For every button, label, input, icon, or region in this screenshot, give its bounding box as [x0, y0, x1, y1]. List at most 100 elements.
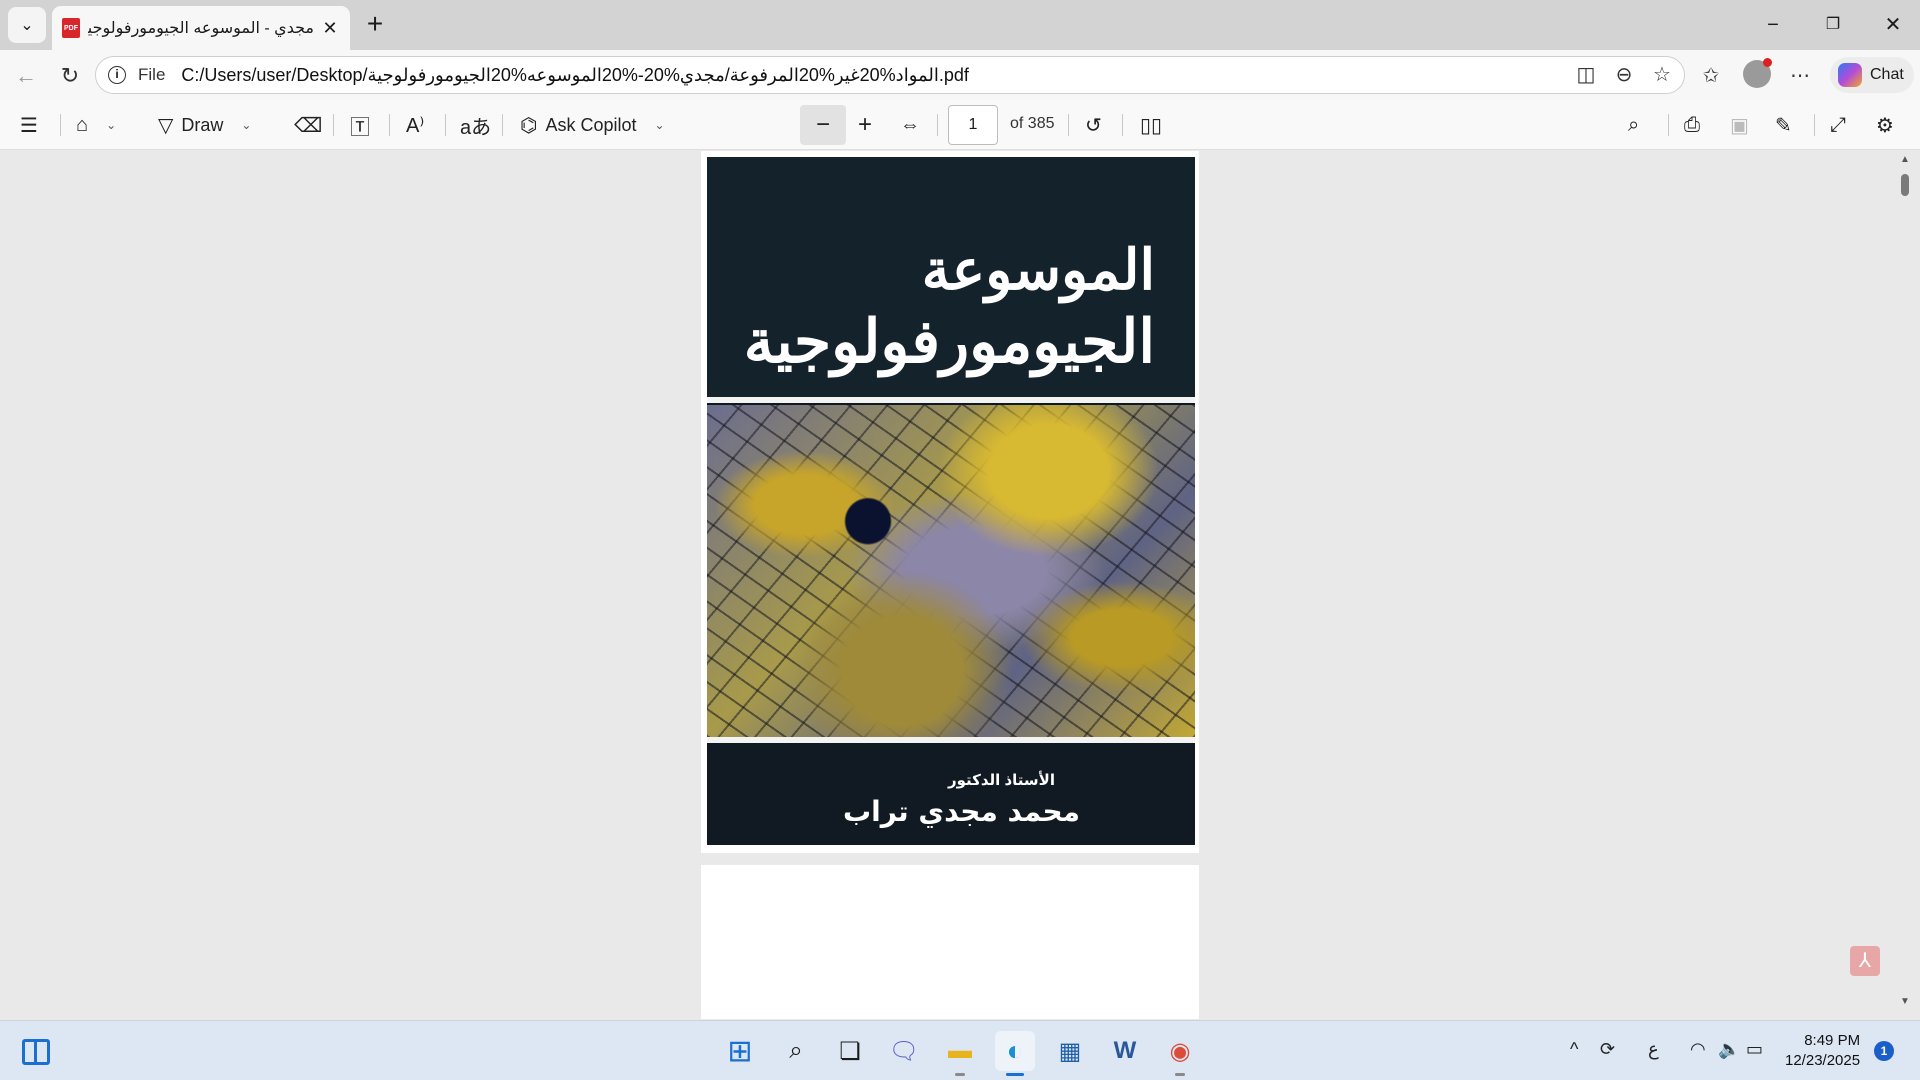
clock-date: 12/23/2025: [1785, 1052, 1861, 1069]
print-button[interactable]: ⎙: [1684, 110, 1700, 140]
chevron-down-icon: ⌄: [20, 17, 34, 34]
chevron-down-icon[interactable]: ⌄: [106, 118, 116, 132]
tab-close-icon[interactable]: ✕: [320, 18, 340, 39]
contents-button[interactable]: ☰: [20, 110, 38, 140]
page-total: of 385: [1010, 115, 1055, 132]
system-clock[interactable]: 8:49 PM 12/23/2025: [1785, 1031, 1860, 1071]
copilot-chat-button[interactable]: Chat: [1830, 57, 1914, 93]
erase-button[interactable]: ⌫: [294, 110, 322, 140]
fit-width-icon: ⇔: [900, 113, 920, 136]
scroll-up-arrow[interactable]: ▲: [1900, 154, 1910, 165]
cover-divider: [707, 397, 1195, 403]
divider: [1668, 114, 1669, 136]
translate-button[interactable]: aあ: [460, 110, 491, 140]
zoom-in-button[interactable]: +: [858, 110, 872, 140]
chrome-button[interactable]: ◉: [1160, 1031, 1200, 1071]
active-indicator: [1006, 1073, 1024, 1076]
page-view-button[interactable]: ▯▯: [1140, 110, 1162, 140]
folder-icon: ▬: [948, 1037, 972, 1064]
pdf-page-1: الموسوعة الجيومورفولوجية الأستاذ الدكتور…: [701, 151, 1199, 853]
notification-badge[interactable]: 1: [1874, 1041, 1894, 1061]
find-button[interactable]: ⌕: [1628, 110, 1639, 140]
start-button[interactable]: ⊞: [720, 1031, 760, 1071]
running-indicator: [955, 1073, 965, 1076]
refresh-button[interactable]: ↻: [54, 60, 86, 92]
ask-copilot-button[interactable]: ⌬ Ask Copilot ⌄: [520, 110, 665, 140]
book-cover: الموسوعة الجيومورفولوجية الأستاذ الدكتور…: [707, 157, 1195, 845]
widgets-icon[interactable]: [22, 1039, 50, 1065]
list-icon: ☰: [20, 114, 38, 137]
fit-to-width-button[interactable]: ⇔: [900, 110, 920, 140]
task-view-icon: ❏: [839, 1037, 861, 1065]
sync-icon: ⟳: [1600, 1039, 1616, 1059]
copilot-outline-icon: ⌬: [520, 114, 538, 137]
minimize-button[interactable]: −: [1748, 8, 1798, 42]
volume-button[interactable]: 🔈: [1718, 1039, 1740, 1060]
battery-button[interactable]: ▭: [1746, 1039, 1763, 1060]
text-box-icon: 🅃: [350, 116, 370, 139]
favorites-icon[interactable]: ✩: [1697, 62, 1725, 90]
teams-chat-button[interactable]: 🗨: [884, 1031, 924, 1071]
cover-author-name: محمد مجدي تراب: [843, 795, 1080, 828]
scrollbar-thumb[interactable]: [1901, 174, 1909, 196]
pdf-viewport[interactable]: الموسوعة الجيومورفولوجية الأستاذ الدكتور…: [0, 151, 1920, 1019]
address-bar-actions: ◫ ⊖ ☆: [1574, 63, 1674, 87]
sync-status-button[interactable]: ⟳: [1600, 1039, 1615, 1060]
page-number-input[interactable]: 1: [948, 105, 998, 145]
navigation-bar: ← ↻ i File C:/Users/user/Desktop/المواد%…: [0, 50, 1920, 100]
file-scheme-label: File: [138, 65, 166, 84]
close-window-button[interactable]: ✕: [1868, 8, 1918, 42]
zoom-out-button[interactable]: −: [800, 105, 846, 145]
divider: [937, 114, 938, 136]
store-bag-icon: ▦: [1058, 1037, 1082, 1065]
save-as-button[interactable]: ✎: [1775, 110, 1792, 140]
file-explorer-button[interactable]: ▬: [940, 1031, 980, 1071]
taskbar-search-button[interactable]: ⌕: [776, 1031, 816, 1071]
store-button[interactable]: ▦: [1050, 1031, 1090, 1071]
chevron-down-icon[interactable]: ⌄: [655, 118, 665, 132]
read-aloud-button[interactable]: A⁾: [406, 110, 424, 140]
acrobat-icon[interactable]: ⅄: [1850, 946, 1880, 976]
wifi-icon: ◠: [1690, 1039, 1706, 1059]
zoom-out-icon[interactable]: ⊖: [1612, 63, 1636, 87]
tab-actions-button[interactable]: ⌄: [8, 7, 46, 43]
read-aloud-icon[interactable]: ◫: [1574, 63, 1598, 87]
address-bar[interactable]: i File C:/Users/user/Desktop/المواد%20غي…: [95, 56, 1685, 94]
tab-strip: ⌄ PDF مجدي - الموسوعه الجيومورفولوجية.pd…: [0, 0, 1920, 50]
more-options-icon[interactable]: ⋯: [1786, 62, 1814, 90]
highlighter-icon: ⌂: [76, 113, 89, 136]
save-button[interactable]: ▣: [1730, 110, 1749, 140]
favorite-star-icon[interactable]: ☆: [1650, 63, 1674, 87]
address-url[interactable]: C:/Users/user/Desktop/المواد%20غير%20الم…: [181, 65, 969, 86]
rotate-button[interactable]: ↺: [1085, 110, 1102, 140]
clock-time: 8:49 PM: [1804, 1032, 1861, 1049]
chrome-logo-icon: ◉: [1169, 1037, 1191, 1065]
new-tab-button[interactable]: +: [360, 10, 390, 40]
search-icon: ⌕: [789, 1037, 803, 1064]
highlight-button[interactable]: ⌂ ⌄: [76, 110, 116, 140]
cover-title-line-1: الموسوعة: [921, 237, 1155, 303]
info-icon[interactable]: i: [108, 66, 126, 84]
scroll-down-arrow[interactable]: ▼: [1900, 996, 1910, 1007]
show-hidden-icons-button[interactable]: ^: [1570, 1039, 1578, 1060]
draw-button[interactable]: ▽ Draw ⌄: [158, 110, 251, 140]
fullscreen-button[interactable]: ⤢: [1830, 110, 1846, 140]
back-button[interactable]: ←: [10, 60, 42, 92]
chat-bubble-icon: 🗨: [888, 1037, 920, 1065]
add-text-button[interactable]: 🅃: [350, 110, 370, 140]
chevron-up-icon: ^: [1570, 1039, 1579, 1059]
settings-button[interactable]: ⚙: [1876, 110, 1894, 140]
active-tab[interactable]: PDF مجدي - الموسوعه الجيومورفولوجية.pdf …: [52, 6, 350, 50]
edge-taskbar-button[interactable]: ◐: [995, 1031, 1035, 1071]
pdf-file-icon: PDF: [62, 18, 80, 38]
windows-logo-icon: ⊞: [727, 1034, 753, 1068]
wifi-button[interactable]: ◠: [1690, 1039, 1706, 1060]
input-language-indicator[interactable]: ع: [1648, 1039, 1659, 1060]
divider: [502, 114, 503, 136]
gear-icon: ⚙: [1876, 114, 1894, 137]
restore-button[interactable]: ❐: [1808, 8, 1858, 42]
draw-label: Draw: [181, 114, 224, 135]
chevron-down-icon[interactable]: ⌄: [241, 118, 251, 132]
task-view-button[interactable]: ❏: [830, 1031, 870, 1071]
word-button[interactable]: W: [1105, 1031, 1145, 1071]
